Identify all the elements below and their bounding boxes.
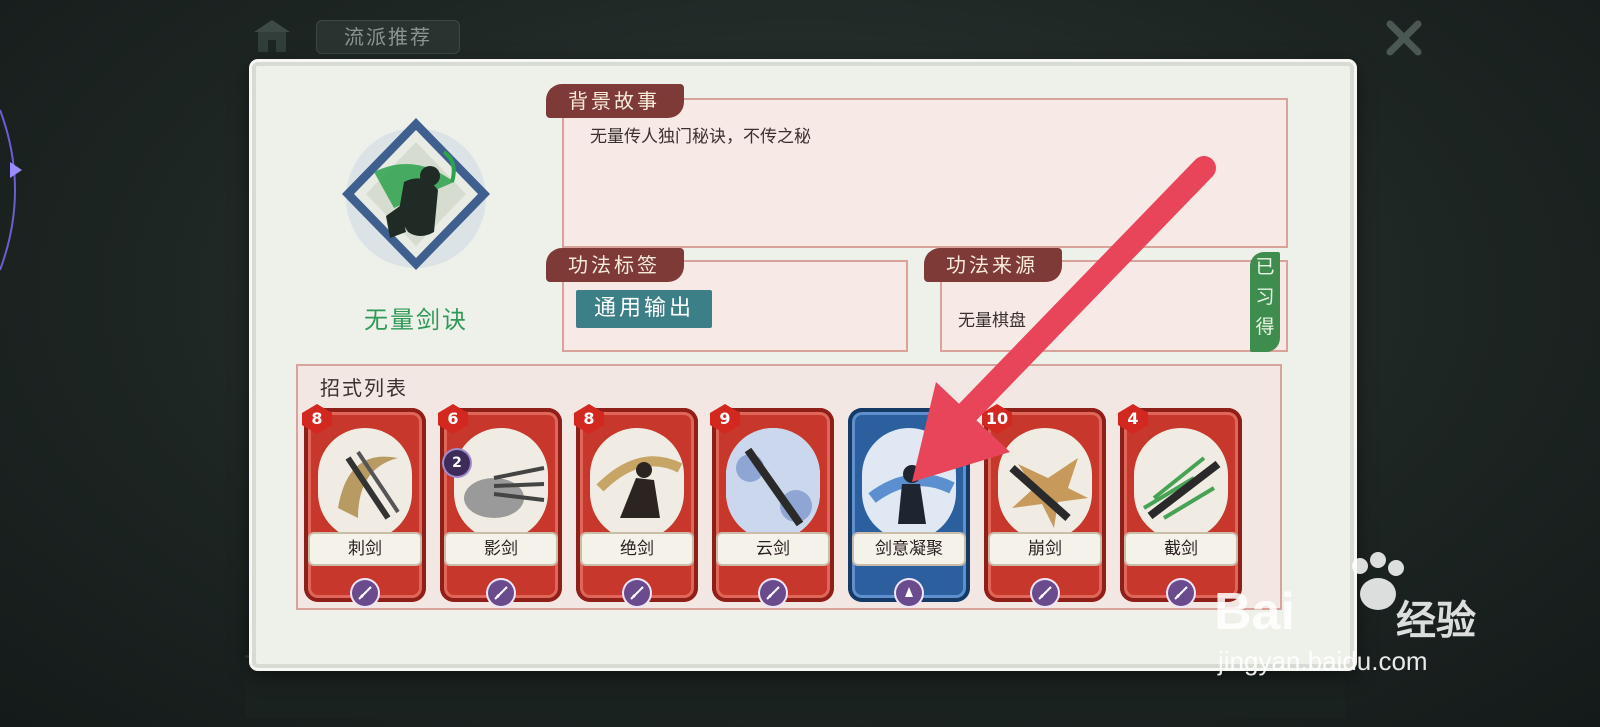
skill-emblem-icon <box>342 118 490 270</box>
spirit-type-icon <box>896 580 922 606</box>
move-card-art <box>998 428 1092 540</box>
story-label: 背景故事 <box>546 84 684 118</box>
watermark-brand-suffix: 经验 <box>1396 598 1476 644</box>
move-card-name: 崩剑 <box>990 534 1100 564</box>
sword-type-icon <box>624 580 650 606</box>
story-text: 无量传人独门秘诀，不传之秘 <box>590 127 811 147</box>
sword-type-icon <box>1032 580 1058 606</box>
move-card-name: 影剑 <box>446 534 556 564</box>
move-card[interactable]: 绝剑 8 <box>574 404 698 606</box>
move-card-name: 刺剑 <box>310 534 420 564</box>
learned-status-badge: 已习得 <box>1250 252 1280 352</box>
move-card[interactable]: 剑意凝聚 <box>848 408 970 606</box>
tag-chip: 通用输出 <box>576 290 712 328</box>
home-icon[interactable] <box>250 18 294 54</box>
sword-type-icon <box>760 580 786 606</box>
move-list-title: 招式列表 <box>320 376 408 400</box>
move-card-art <box>726 428 820 540</box>
move-card-charges: 2 <box>444 450 470 476</box>
move-card[interactable]: 刺剑 8 <box>302 404 426 606</box>
move-card-name: 云剑 <box>718 534 828 564</box>
top-bar: 流派推荐 <box>250 14 470 58</box>
move-card-art <box>454 428 548 540</box>
story-section <box>562 98 1288 248</box>
close-icon[interactable] <box>1384 18 1424 58</box>
move-card-art <box>318 428 412 540</box>
watermark-url: jingyan.baidu.com <box>1218 646 1428 676</box>
move-card[interactable]: 影剑 6 2 <box>438 404 562 606</box>
move-card[interactable]: 崩剑 10 <box>982 404 1106 606</box>
move-card-name: 剑意凝聚 <box>854 534 964 564</box>
tab-school-recommend[interactable]: 流派推荐 <box>316 20 460 54</box>
baidu-watermark: Bai 经验 jingyan.baidu.com <box>1214 548 1504 688</box>
move-card-art <box>1134 428 1228 540</box>
move-card-art <box>862 428 956 540</box>
tags-label: 功法标签 <box>546 248 684 282</box>
sword-type-icon <box>352 580 378 606</box>
move-card-art <box>590 428 684 540</box>
sword-type-icon <box>488 580 514 606</box>
source-label: 功法来源 <box>924 248 1062 282</box>
sword-type-icon <box>1168 580 1194 606</box>
skill-detail-panel: 无量剑诀 背景故事 无量传人独门秘诀，不传之秘 功法标签 通用输出 功法来源 无… <box>252 62 1354 668</box>
side-expand-icon[interactable] <box>0 100 40 280</box>
skill-name: 无量剑诀 <box>364 306 468 334</box>
watermark-brand: Bai <box>1214 583 1295 641</box>
move-card-name: 绝剑 <box>582 534 692 564</box>
move-card[interactable]: 云剑 9 <box>710 404 834 606</box>
source-text: 无量棋盘 <box>958 311 1026 331</box>
